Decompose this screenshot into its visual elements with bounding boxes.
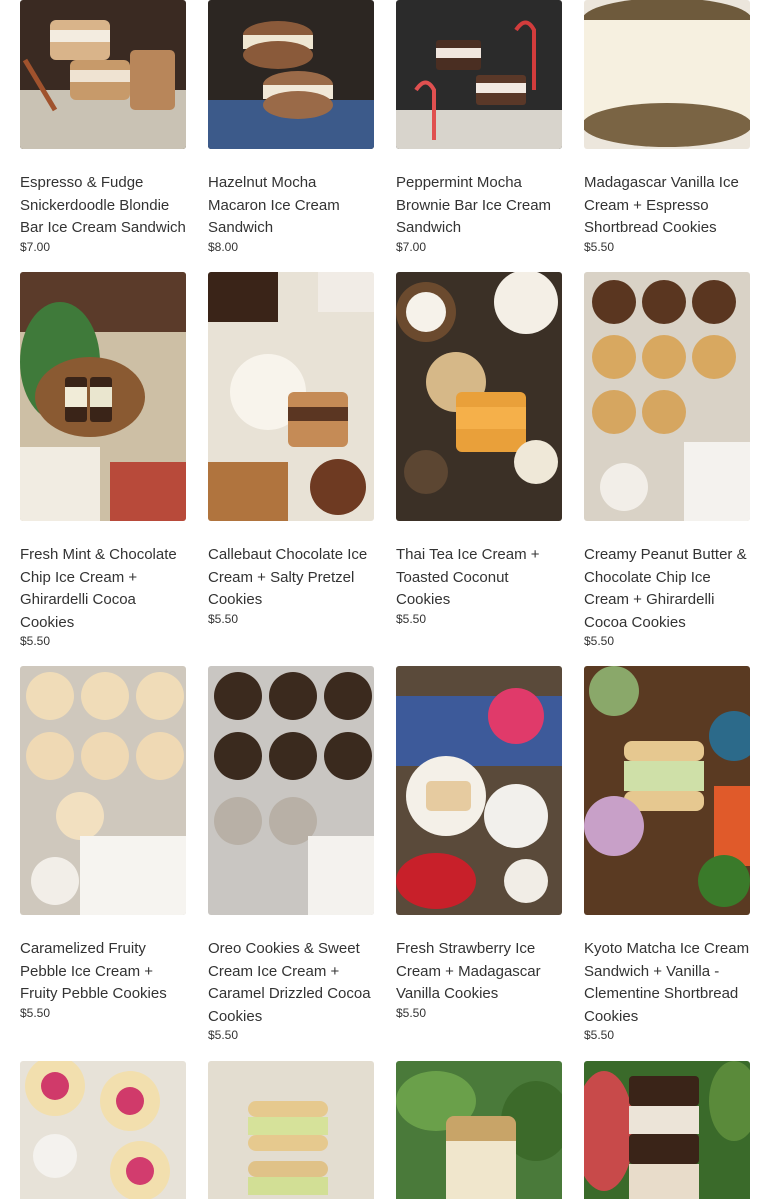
product-title[interactable]: Caramelized Fruity Pebble Ice Cream + Fr… bbox=[20, 938, 186, 1006]
product-title[interactable]: Kyoto Matcha Ice Cream Sandwich + Vanill… bbox=[584, 938, 750, 1028]
product-title[interactable]: Oreo Cookies & Sweet Cream Ice Cream + C… bbox=[208, 938, 374, 1028]
product-title[interactable]: Fresh Mint & Chocolate Chip Ice Cream + … bbox=[20, 544, 186, 634]
product-image[interactable] bbox=[396, 1061, 562, 1199]
product-image[interactable] bbox=[396, 0, 562, 149]
product-price: $5.50 bbox=[20, 1005, 51, 1020]
product-card[interactable]: Oreo Cookies & Sweet Cream Ice Cream + C… bbox=[208, 666, 374, 1042]
product-image[interactable] bbox=[396, 666, 562, 915]
product-title[interactable]: Callebaut Chocolate Ice Cream + Salty Pr… bbox=[208, 544, 374, 612]
product-title[interactable]: Madagascar Vanilla Ice Cream + Espresso … bbox=[584, 172, 750, 240]
product-card[interactable]: Madagascar Vanilla Ice Cream + Espresso … bbox=[584, 0, 750, 254]
product-card[interactable]: Fresh Strawberry Ice Cream + Madagascar … bbox=[396, 666, 562, 1020]
product-title[interactable]: Hazelnut Mocha Macaron Ice Cream Sandwic… bbox=[208, 172, 374, 240]
product-price: $5.50 bbox=[584, 634, 615, 648]
product-price: $5.50 bbox=[584, 1028, 615, 1042]
product-image[interactable] bbox=[20, 666, 186, 915]
product-image[interactable] bbox=[20, 1061, 186, 1199]
product-card[interactable]: Creamy Peanut Butter & Chocolate Chip Ic… bbox=[584, 272, 750, 648]
product-card[interactable]: Peppermint Mocha Brownie Bar Ice Cream S… bbox=[396, 0, 562, 254]
product-title[interactable]: Peppermint Mocha Brownie Bar Ice Cream S… bbox=[396, 172, 562, 240]
product-image[interactable] bbox=[208, 272, 374, 521]
product-price: $7.00 bbox=[20, 239, 51, 254]
product-price: $5.50 bbox=[396, 1005, 427, 1020]
product-image[interactable] bbox=[20, 272, 186, 521]
product-title[interactable]: Fresh Strawberry Ice Cream + Madagascar … bbox=[396, 938, 562, 1006]
product-title[interactable]: Espresso & Fudge Snickerdoodle Blondie B… bbox=[20, 172, 186, 240]
product-title[interactable]: Creamy Peanut Butter & Chocolate Chip Ic… bbox=[584, 544, 750, 634]
product-card[interactable]: Callebaut Chocolate Ice Cream + Salty Pr… bbox=[208, 272, 374, 626]
product-image[interactable] bbox=[20, 0, 186, 149]
product-card[interactable]: Kyoto Matcha Ice Cream Sandwich + Vanill… bbox=[584, 666, 750, 1042]
product-image[interactable] bbox=[208, 666, 374, 915]
product-image[interactable] bbox=[208, 1061, 374, 1199]
product-title[interactable]: Thai Tea Ice Cream + Toasted Coconut Coo… bbox=[396, 544, 562, 612]
product-card[interactable] bbox=[20, 1061, 186, 1199]
product-price: $7.00 bbox=[396, 239, 427, 254]
product-card[interactable]: Hazelnut Mocha Macaron Ice Cream Sandwic… bbox=[208, 0, 374, 254]
product-price: $5.50 bbox=[584, 239, 615, 254]
product-card[interactable] bbox=[396, 1061, 562, 1199]
product-grid: Espresso & Fudge Snickerdoodle Blondie B… bbox=[0, 0, 770, 1199]
product-price: $8.00 bbox=[208, 239, 239, 254]
product-card[interactable] bbox=[584, 1061, 750, 1199]
product-image[interactable] bbox=[584, 666, 750, 915]
product-card[interactable]: Espresso & Fudge Snickerdoodle Blondie B… bbox=[20, 0, 186, 254]
product-price: $5.50 bbox=[20, 634, 51, 648]
product-image[interactable] bbox=[396, 272, 562, 521]
product-image[interactable] bbox=[584, 272, 750, 521]
product-image[interactable] bbox=[584, 0, 750, 149]
product-price: $5.50 bbox=[208, 611, 239, 626]
product-card[interactable] bbox=[208, 1061, 374, 1199]
product-card[interactable]: Caramelized Fruity Pebble Ice Cream + Fr… bbox=[20, 666, 186, 1020]
product-image[interactable] bbox=[584, 1061, 750, 1199]
product-image[interactable] bbox=[208, 0, 374, 149]
product-price: $5.50 bbox=[396, 611, 427, 626]
product-card[interactable]: Thai Tea Ice Cream + Toasted Coconut Coo… bbox=[396, 272, 562, 626]
product-card[interactable]: Fresh Mint & Chocolate Chip Ice Cream + … bbox=[20, 272, 186, 648]
product-price: $5.50 bbox=[208, 1028, 239, 1042]
